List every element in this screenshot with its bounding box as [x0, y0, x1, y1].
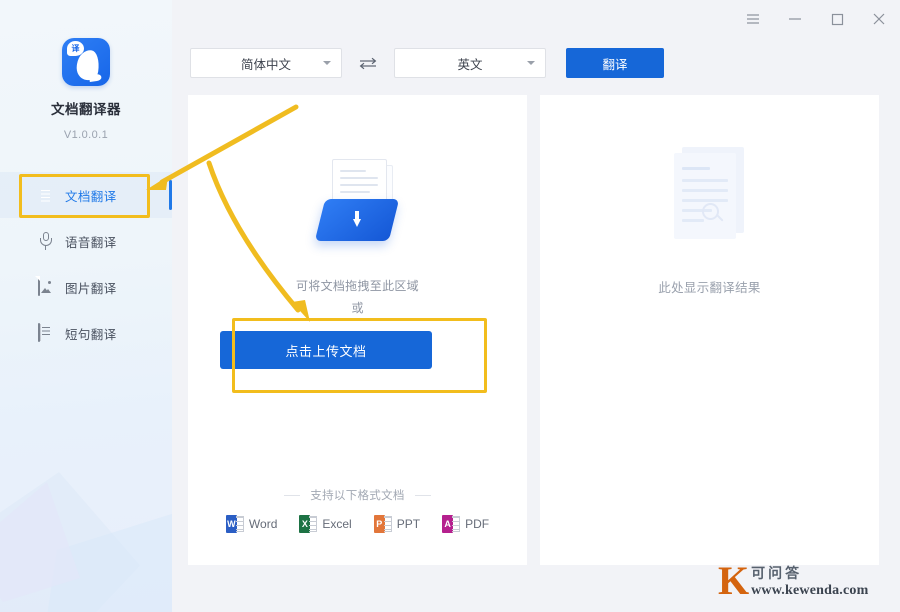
sidebar-decoration-shape	[40, 502, 172, 612]
excel-file-icon: X	[299, 515, 318, 533]
sidebar-item-phrase-translate[interactable]: 短句翻译	[0, 310, 172, 356]
powerpoint-file-icon: P	[373, 515, 392, 533]
app-window: 译 文档翻译器 V1.0.0.1 文档翻译 语音翻译 图片翻译 短句翻译 简体中…	[0, 0, 900, 612]
source-language-value: 简体中文	[240, 57, 291, 72]
sidebar-item-label: 图片翻译	[65, 281, 117, 296]
divider-line	[414, 494, 431, 496]
text-lines-icon	[38, 322, 55, 343]
sidebar-item-image-translate[interactable]: 图片翻译	[0, 264, 172, 310]
sidebar-nav: 文档翻译 语音翻译 图片翻译 短句翻译	[0, 172, 172, 356]
format-label: Excel	[322, 517, 352, 531]
document-upload-icon	[312, 157, 404, 249]
sidebar-item-label: 语音翻译	[65, 235, 117, 250]
upload-panel[interactable]: 可将文档拖拽至此区域 或 点击上传文档 支持以下格式文档 W Word X Ex…	[188, 95, 527, 565]
divider-line	[284, 494, 301, 496]
chevron-down-icon	[527, 61, 535, 65]
app-logo-icon: 译	[62, 38, 110, 86]
format-label: PPT	[396, 517, 421, 531]
sidebar-decoration-shape	[0, 482, 80, 602]
format-item: A PDF	[442, 515, 489, 533]
format-item: W Word	[225, 515, 278, 533]
document-search-icon	[670, 147, 750, 243]
sidebar-item-document-translate[interactable]: 文档翻译	[0, 172, 172, 218]
result-placeholder-text: 此处显示翻译结果	[658, 281, 761, 295]
upload-document-button[interactable]: 点击上传文档	[220, 331, 432, 369]
close-icon[interactable]	[858, 0, 900, 38]
main-content: 简体中文 英文 翻译 可将文档拖拽至此区域 或 点击上传文档 支持以下格式文档 …	[172, 0, 900, 612]
source-language-select[interactable]: 简体中文	[190, 48, 342, 78]
format-label: PDF	[465, 517, 490, 531]
speech-bubble-icon: 译	[67, 41, 84, 56]
format-item: X Excel	[299, 515, 352, 533]
watermark: K 可问答 www.kewenda.com	[718, 558, 869, 603]
translate-button[interactable]: 翻译	[566, 48, 664, 78]
sidebar: 译 文档翻译器 V1.0.0.1 文档翻译 语音翻译 图片翻译 短句翻译	[0, 0, 172, 612]
watermark-url: www.kewenda.com	[751, 583, 869, 598]
supported-formats-title: 支持以下格式文档	[310, 490, 405, 502]
document-icon	[38, 186, 55, 205]
image-icon	[38, 276, 55, 297]
app-version: V1.0.0.1	[63, 129, 109, 141]
watermark-logo-letter: K	[718, 558, 750, 603]
format-item: P PPT	[373, 515, 421, 533]
pdf-file-icon: A	[442, 515, 461, 533]
result-panel: 此处显示翻译结果	[540, 95, 879, 565]
chevron-down-icon	[323, 61, 331, 65]
format-label: Word	[248, 517, 278, 531]
swap-arrows-icon[interactable]	[342, 57, 394, 70]
target-language-value: 英文	[457, 57, 483, 72]
sidebar-item-label: 文档翻译	[65, 189, 117, 204]
drop-zone-hint: 可将文档拖拽至此区域	[295, 279, 419, 293]
hamburger-menu-icon[interactable]	[732, 0, 774, 38]
minimize-icon[interactable]	[774, 0, 816, 38]
supported-formats-list: W Word X Excel P PPT A PDF	[188, 515, 527, 533]
window-titlebar	[732, 0, 900, 38]
microphone-icon	[38, 231, 55, 251]
target-language-select[interactable]: 英文	[394, 48, 546, 78]
sidebar-item-voice-translate[interactable]: 语音翻译	[0, 218, 172, 264]
drop-zone-or: 或	[351, 301, 364, 315]
sidebar-decoration-shape	[0, 472, 140, 612]
translation-toolbar: 简体中文 英文 翻译	[190, 48, 664, 78]
supported-formats-header: 支持以下格式文档	[188, 487, 527, 503]
word-file-icon: W	[225, 515, 244, 533]
watermark-site-name: 可问答	[751, 565, 803, 581]
app-branding: 译 文档翻译器 V1.0.0.1	[0, 38, 172, 141]
maximize-icon[interactable]	[816, 0, 858, 38]
sidebar-item-label: 短句翻译	[65, 327, 117, 342]
app-title: 文档翻译器	[51, 102, 121, 117]
